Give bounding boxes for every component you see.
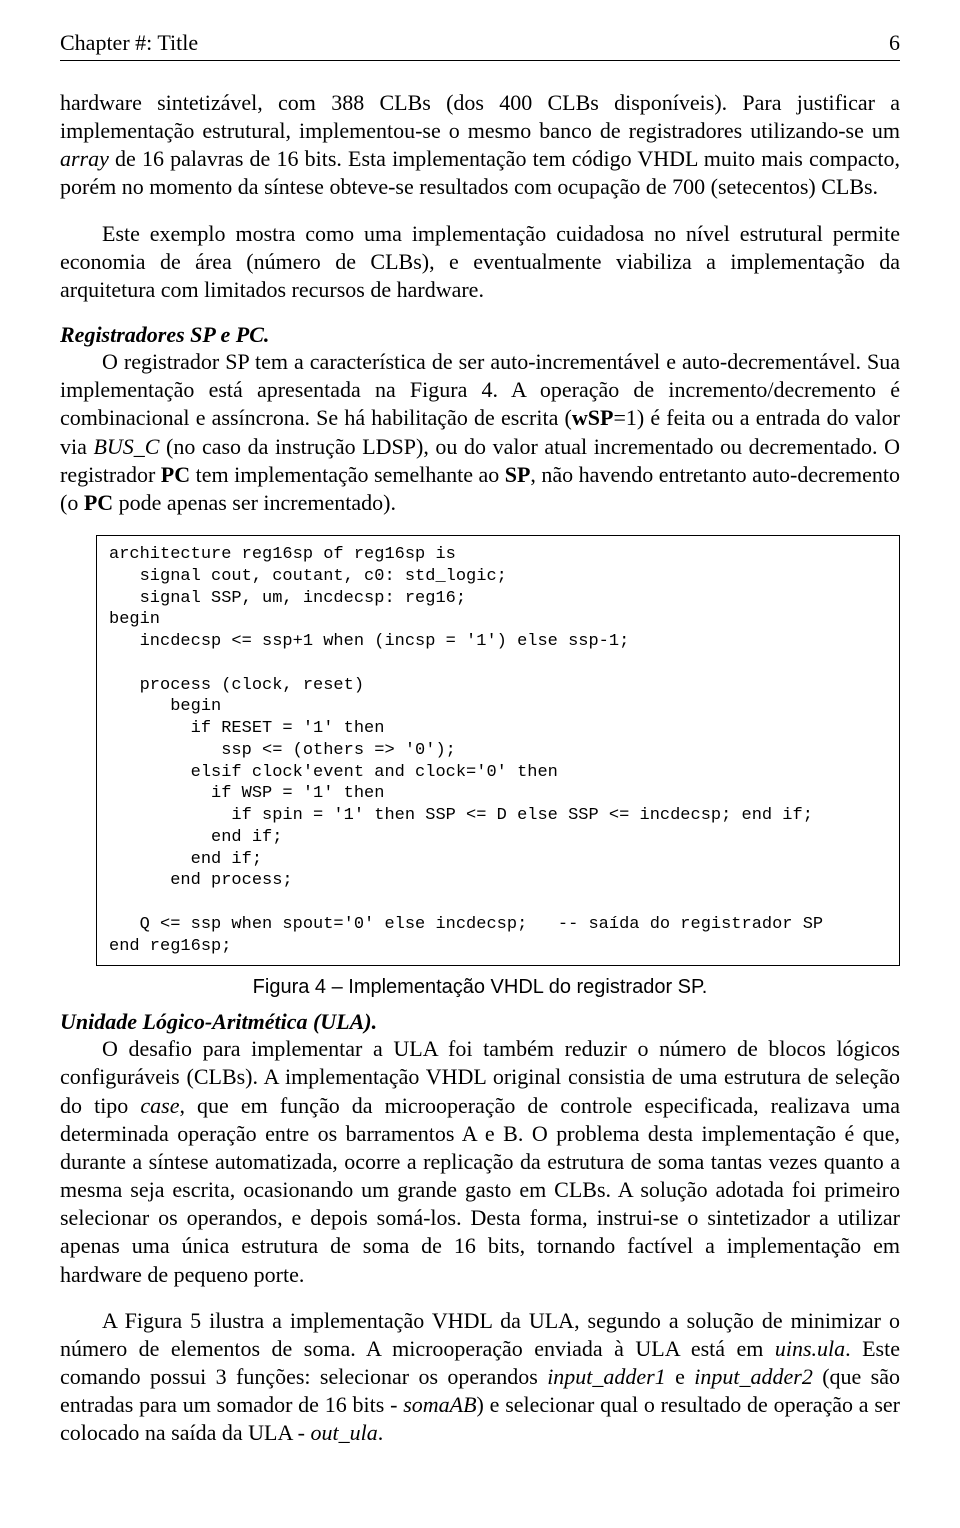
page: Chapter #: Title 6 hardware sintetizável… <box>0 0 960 1505</box>
bold-text: wSP <box>572 405 614 430</box>
text: e <box>666 1364 695 1389</box>
header-left: Chapter #: Title <box>60 30 198 56</box>
paragraph-2: Este exemplo mostra como uma implementaç… <box>60 220 900 304</box>
paragraph-1: hardware sintetizável, com 388 CLBs (dos… <box>60 89 900 202</box>
page-number: 6 <box>889 30 900 56</box>
italic-text: input_adder1 <box>547 1364 666 1389</box>
text: hardware sintetizável, com 388 CLBs (dos… <box>60 90 900 143</box>
section-title-ula: Unidade Lógico-Aritmética (ULA). <box>60 1009 900 1035</box>
paragraph-4: O desafio para implementar a ULA foi tam… <box>60 1035 900 1288</box>
bold-text: PC <box>161 462 190 487</box>
text: de 16 palavras de 16 bits. Esta implemen… <box>60 146 900 199</box>
code-block: architecture reg16sp of reg16sp is signa… <box>96 535 900 966</box>
italic-text: out_ula <box>310 1420 377 1445</box>
italic-text: array <box>60 146 109 171</box>
text: Este exemplo mostra como uma implementaç… <box>60 221 900 302</box>
paragraph-5: A Figura 5 ilustra a implementação VHDL … <box>60 1307 900 1448</box>
figure-caption-4: Figura 4 – Implementação VHDL do registr… <box>60 976 900 999</box>
page-header: Chapter #: Title 6 <box>60 30 900 61</box>
bold-text: SP <box>505 462 531 487</box>
section-title-registradores: Registradores SP e PC. <box>60 322 900 348</box>
text: tem implementação semelhante ao <box>190 462 505 487</box>
paragraph-3: O registrador SP tem a característica de… <box>60 348 900 517</box>
text: . <box>378 1420 384 1445</box>
text: pode apenas ser incrementado). <box>113 490 396 515</box>
text: , que em função da microoperação de cont… <box>60 1093 900 1287</box>
italic-text: uins.ula <box>775 1336 845 1361</box>
italic-text: case <box>140 1093 179 1118</box>
italic-text: input_adder2 <box>694 1364 813 1389</box>
bold-text: PC <box>84 490 113 515</box>
italic-text: somaAB <box>403 1392 476 1417</box>
italic-text: BUS_C <box>93 434 159 459</box>
